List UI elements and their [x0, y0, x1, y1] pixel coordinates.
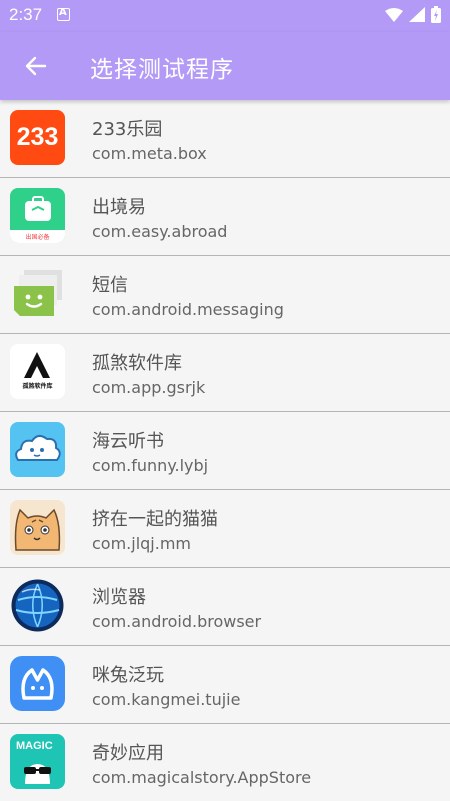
cat-icon	[10, 500, 65, 555]
page-title: 选择测试程序	[90, 57, 234, 83]
app-package: com.android.messaging	[92, 300, 284, 319]
list-item[interactable]: 233 233乐园 com.meta.box	[0, 100, 450, 178]
status-bar: 2:37	[0, 0, 450, 32]
list-item[interactable]: 浏览器 com.android.browser	[0, 568, 450, 646]
app-name: 挤在一起的猫猫	[92, 509, 218, 530]
app-package: com.funny.lybj	[92, 456, 209, 475]
app-package: com.android.browser	[92, 612, 262, 631]
app-name: 奇妙应用	[92, 743, 164, 764]
list-item[interactable]: 挤在一起的猫猫 com.jlqj.mm	[0, 490, 450, 568]
globe-icon	[10, 578, 65, 633]
app-name: 浏览器	[92, 587, 146, 608]
icon-text: 孤煞软件库	[22, 383, 53, 390]
app-package: com.jlqj.mm	[92, 534, 192, 553]
app-name: 海云听书	[92, 431, 164, 452]
list-item[interactable]: 孤煞软件库 孤煞软件库 com.app.gsrjk	[0, 334, 450, 412]
notification-a-icon	[57, 7, 70, 21]
back-button[interactable]	[20, 50, 52, 82]
list-item[interactable]: 短信 com.android.messaging	[0, 256, 450, 334]
list-item[interactable]: 出国必备 出境易 com.easy.abroad	[0, 178, 450, 256]
list-item[interactable]: 咪兔泛玩 com.kangmei.tujie	[0, 646, 450, 724]
app-package: com.meta.box	[92, 144, 207, 163]
arrow-left-icon	[25, 56, 47, 76]
battery-icon	[431, 6, 441, 23]
app-name: 咪兔泛玩	[92, 665, 164, 686]
list-item[interactable]: MAGIC 奇妙应用 com.magicalstory.AppStore	[0, 724, 450, 801]
233-logo-icon: 233	[10, 110, 65, 165]
app-package: com.magicalstory.AppStore	[92, 768, 312, 787]
icon-text: 出国必备	[25, 234, 50, 241]
cloud-icon	[10, 422, 65, 477]
app-package: com.kangmei.tujie	[92, 690, 241, 709]
status-time: 2:37	[9, 5, 43, 24]
icon-text: MAGIC	[16, 740, 53, 752]
magic-glasses-icon: MAGIC	[10, 734, 65, 789]
gusha-logo-icon: 孤煞软件库	[10, 344, 65, 399]
list-item[interactable]: 海云听书 com.funny.lybj	[0, 412, 450, 490]
rabbit-icon	[10, 656, 65, 711]
suitcase-icon: 出国必备	[10, 188, 65, 243]
app-package: com.easy.abroad	[92, 222, 228, 241]
signal-icon	[409, 7, 425, 22]
wifi-icon	[385, 7, 403, 22]
app-package: com.app.gsrjk	[92, 378, 206, 397]
status-icons	[385, 6, 441, 23]
app-name: 短信	[92, 275, 128, 296]
icon-text: 233	[16, 123, 59, 151]
app-bar: 选择测试程序	[0, 32, 450, 100]
app-name: 孤煞软件库	[92, 353, 182, 374]
messaging-icon	[10, 266, 65, 321]
app-name: 出境易	[92, 197, 146, 218]
app-list: 233 233乐园 com.meta.box 出国必备 出境易 com.easy…	[0, 100, 450, 801]
app-name: 233乐园	[92, 119, 163, 140]
